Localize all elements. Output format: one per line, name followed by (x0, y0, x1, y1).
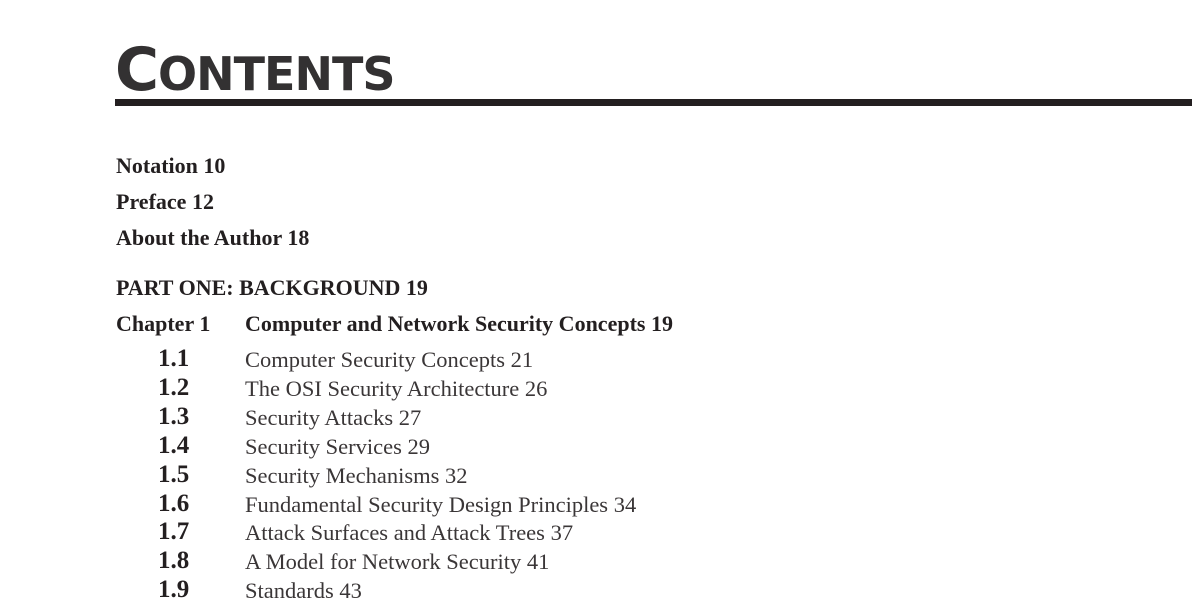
section-number: 1.4 (158, 431, 189, 461)
page-number: 34 (613, 491, 637, 517)
section-number: 1.2 (158, 373, 189, 403)
page-number: 27 (398, 404, 422, 430)
section-number: 1.8 (158, 546, 189, 576)
toc-entry-section-label: Security Attacks (245, 404, 394, 430)
toc-entry-section-label: Security Services (245, 433, 402, 459)
section-number-label: 1.4 (158, 431, 190, 459)
title-rule (115, 99, 1192, 106)
section-number: 1.3 (158, 402, 189, 432)
page-number: 19 (405, 275, 428, 300)
toc-entry-section[interactable]: Security Attacks 27 (245, 403, 421, 433)
section-number-label: 1.9 (158, 576, 190, 604)
toc-entry-part[interactable]: PART ONE: BACKGROUND 19 (116, 273, 428, 303)
section-number: 1.1 (158, 344, 189, 374)
section-number-label: 1.3 (158, 402, 190, 430)
toc-entry-front-matter[interactable]: About the Author 18 (116, 223, 309, 253)
section-number: 1.9 (158, 575, 189, 605)
section-number-label: 1.5 (158, 460, 190, 488)
page-number: 21 (510, 347, 534, 372)
page-number: 43 (339, 578, 362, 604)
toc-entry-front-matter-label: Preface (116, 189, 187, 214)
section-number: 1.6 (158, 489, 189, 519)
page-number: 12 (191, 189, 214, 214)
page-number: 26 (524, 375, 548, 401)
toc-entry-front-matter[interactable]: Notation 10 (116, 151, 225, 181)
toc-entry-section[interactable]: Fundamental Security Design Principles 3… (245, 490, 636, 520)
section-number-label: 1.8 (158, 547, 190, 575)
page-number: 32 (444, 462, 468, 488)
section-number-label: 1.7 (158, 518, 190, 546)
chapter-label[interactable]: Chapter 1 (116, 309, 210, 339)
toc-entry-section[interactable]: The OSI Security Architecture 26 (245, 374, 547, 404)
page-number: 37 (550, 520, 574, 546)
toc-entry-section[interactable]: Standards 43 (245, 576, 362, 606)
section-number: 1.7 (158, 517, 189, 547)
title-initial: C (115, 35, 159, 105)
section-number: 1.5 (158, 460, 189, 490)
toc-entry-section[interactable]: Attack Surfaces and Attack Trees 37 (245, 518, 573, 548)
toc-entry-section-label: Security Mechanisms (245, 462, 440, 488)
toc-entry-section[interactable]: Security Mechanisms 32 (245, 461, 467, 491)
page-number: 10 (203, 153, 226, 178)
toc-entry-section[interactable]: Security Services 29 (245, 432, 430, 462)
toc-entry-section-label: The OSI Security Architecture (245, 375, 520, 401)
toc-entry-front-matter-label: About the Author (116, 225, 282, 250)
page-title: CONTENTS (115, 40, 395, 101)
toc-entry-part-label: PART ONE: BACKGROUND (116, 275, 401, 300)
toc-entry-section[interactable]: A Model for Network Security 41 (245, 547, 549, 577)
toc-entry-section-label: Fundamental Security Design Principles (245, 491, 609, 517)
toc-entry-section-label: A Model for Network Security (245, 549, 522, 575)
page-number: 29 (407, 433, 430, 459)
toc-entry-chapter-label: Computer and Network Security Concepts (245, 311, 646, 336)
page-number: 18 (287, 225, 310, 250)
section-number-label: 1.2 (158, 373, 190, 401)
title-rest: ONTENTS (158, 47, 395, 101)
toc-entry-section-label: Computer Security Concepts (245, 347, 505, 372)
chapter-label-label: Chapter 1 (116, 311, 211, 336)
page-number: 41 (526, 549, 550, 575)
section-number-label: 1.1 (158, 345, 190, 372)
toc-entry-section-label: Attack Surfaces and Attack Trees (245, 520, 545, 546)
toc-entry-section[interactable]: Computer Security Concepts 21 (245, 345, 533, 375)
toc-entry-chapter[interactable]: Computer and Network Security Concepts 1… (245, 309, 673, 339)
section-number-label: 1.6 (158, 489, 190, 517)
toc-entry-section-label: Standards (245, 578, 334, 604)
toc-entry-front-matter[interactable]: Preface 12 (116, 187, 214, 217)
page-number: 19 (650, 311, 673, 336)
toc-entry-front-matter-label: Notation (116, 153, 198, 178)
